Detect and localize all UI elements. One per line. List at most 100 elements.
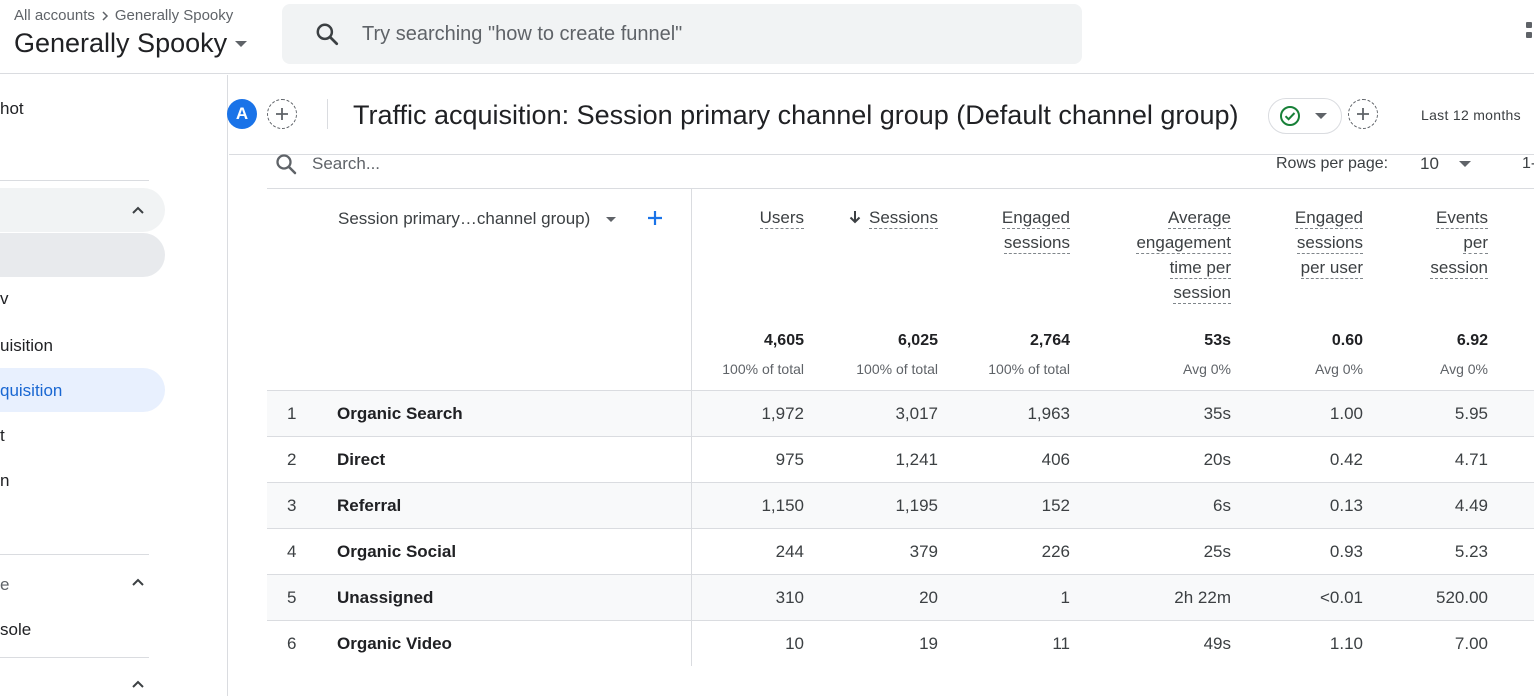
column-header-users[interactable]: Users [759, 205, 804, 230]
add-dimension-plus-icon[interactable] [646, 209, 664, 227]
cell-engaged-sessions: 406 [1041, 450, 1070, 469]
cell-events-per-session: 5.23 [1454, 542, 1488, 561]
total-value-users: 4,605 [763, 332, 804, 349]
dimension-column-header[interactable]: Session primary…channel group) [338, 209, 617, 229]
cell-sessions: 379 [909, 542, 938, 561]
total-value-events-per-session: 6.92 [1456, 332, 1488, 349]
cell-events-per-session: 4.71 [1454, 450, 1488, 469]
row-channel-name[interactable]: Organic Search [337, 404, 463, 424]
sidebar-item-user-acquisition[interactable]: uisition [0, 336, 53, 356]
cell-users: 310 [775, 588, 804, 607]
add-comparison-button[interactable] [267, 99, 297, 129]
account-selector[interactable]: Generally Spooky [14, 28, 248, 59]
cell-users: 1,150 [761, 496, 804, 515]
column-header-avg-engagement-time[interactable]: Average engagement time per session [1136, 205, 1231, 305]
global-search-input[interactable] [362, 22, 962, 46]
cell-avg-engagement-time: 6s [1213, 496, 1231, 515]
sort-descending-arrow-icon [849, 211, 861, 224]
row-channel-name[interactable]: Organic Social [337, 542, 456, 562]
column-header-sessions[interactable]: Sessions [848, 205, 938, 230]
cell-users: 1,972 [761, 404, 804, 423]
plus-icon [276, 108, 288, 120]
chevron-up-icon[interactable] [131, 679, 145, 689]
add-report-button[interactable] [1348, 99, 1378, 129]
cell-events-per-session: 5.95 [1454, 404, 1488, 423]
cell-engaged-sessions: 11 [1052, 634, 1070, 653]
chevron-up-icon[interactable] [131, 577, 145, 587]
sidebar-item-engagement[interactable]: t [0, 426, 5, 446]
row-channel-name[interactable]: Referral [337, 496, 401, 516]
global-search[interactable] [282, 4, 1082, 64]
row-channel-name[interactable]: Direct [337, 450, 385, 470]
column-header-label: Average [1167, 208, 1231, 229]
table-row[interactable]: 2 Direct 975 1,241 406 20s 0.42 4.71 [267, 436, 1534, 482]
column-header-label: engagement [1136, 233, 1231, 254]
column-header-label: sessions [1296, 233, 1363, 254]
row-channel-name[interactable]: Unassigned [337, 588, 433, 608]
account-title: Generally Spooky [14, 28, 228, 58]
sidebar-divider [0, 554, 149, 555]
cell-events-per-session: 520.00 [1436, 588, 1488, 607]
sidebar-section-search-console[interactable]: e [0, 575, 9, 595]
cell-engaged-sessions: 152 [1041, 496, 1070, 515]
sidebar-item-traffic-acquisition[interactable]: quisition [0, 381, 62, 401]
cell-sessions: 1,195 [895, 496, 938, 515]
cell-events-per-session: 4.49 [1454, 496, 1488, 515]
cell-engaged-sessions-per-user: 0.42 [1329, 450, 1363, 469]
top-header: All accounts Generally Spooky Generally … [0, 0, 1534, 74]
table-row[interactable]: 4 Organic Social 244 379 226 25s 0.93 5.23 [267, 528, 1534, 574]
cell-sessions: 19 [919, 634, 938, 653]
sidebar-item-search-console[interactable]: sole [0, 620, 31, 640]
total-subtext-engaged-sessions-per-user: Avg 0% [1315, 361, 1363, 377]
cell-users: 244 [775, 542, 804, 561]
cell-engaged-sessions-per-user: 1.00 [1329, 404, 1363, 423]
sidebar-item-retention[interactable]: n [0, 471, 9, 491]
cell-users: 975 [775, 450, 804, 469]
column-header-label: sessions [1003, 233, 1070, 254]
caret-down-icon [1315, 113, 1327, 119]
table-row[interactable]: 1 Organic Search 1,972 3,017 1,963 35s 1.00 5.9… [267, 390, 1534, 436]
table-search-input[interactable] [312, 154, 612, 174]
column-header-label: Engaged [1001, 208, 1070, 229]
cell-users: 10 [785, 634, 804, 653]
table-row[interactable]: 5 Unassigned 310 20 1 2h 22m <0.01 520.00 [267, 574, 1534, 620]
report-status-dropdown[interactable] [1268, 98, 1342, 134]
comparison-avatar[interactable]: A [227, 99, 257, 129]
sidebar-divider [0, 180, 149, 181]
dimension-column-divider [691, 189, 692, 666]
table-row[interactable]: 6 Organic Video 10 19 11 49s 1.10 7.00 [267, 620, 1534, 666]
column-header-engaged-sessions-per-user[interactable]: Engaged sessions per user [1294, 205, 1363, 280]
column-header-engaged-sessions[interactable]: Engaged sessions [1001, 205, 1070, 255]
row-channel-name[interactable]: Organic Video [337, 634, 452, 654]
total-value-sessions: 6,025 [897, 332, 938, 349]
check-circle-icon [1280, 106, 1300, 126]
rows-per-page-value: 10 [1420, 154, 1439, 173]
cell-avg-engagement-time: 25s [1203, 542, 1231, 561]
row-number: 3 [287, 496, 297, 515]
pagination-range: 1- [1522, 155, 1534, 172]
sidebar-item-snapshot[interactable]: hot [0, 99, 24, 119]
total-subtext-engaged-sessions: 100% of total [988, 361, 1070, 377]
cell-engaged-sessions: 1,963 [1027, 404, 1070, 423]
breadcrumb-account[interactable]: Generally Spooky [115, 7, 233, 24]
apps-grid-icon[interactable] [1526, 22, 1534, 44]
breadcrumb-root[interactable]: All accounts [14, 7, 95, 24]
chevron-up-icon[interactable] [131, 205, 145, 215]
cell-sessions: 1,241 [895, 450, 938, 469]
column-header-events-per-session[interactable]: Events per session [1430, 205, 1488, 280]
table-row[interactable]: 3 Referral 1,150 1,195 152 6s 0.13 4.49 [267, 482, 1534, 528]
cell-events-per-session: 7.00 [1454, 634, 1488, 653]
cell-engaged-sessions-per-user: <0.01 [1319, 588, 1363, 607]
breadcrumb: All accounts Generally Spooky [14, 7, 233, 24]
sidebar-item-overview[interactable] [0, 233, 165, 277]
cell-avg-engagement-time: 49s [1203, 634, 1231, 653]
column-header-label: Sessions [869, 208, 938, 229]
cell-avg-engagement-time: 20s [1203, 450, 1231, 469]
cell-sessions: 20 [919, 588, 938, 607]
rows-per-page-select[interactable]: 10 [1420, 154, 1471, 174]
total-subtext-avg-engagement-time: Avg 0% [1183, 361, 1231, 377]
cell-avg-engagement-time: 2h 22m [1174, 588, 1231, 607]
sidebar-item-overview-label[interactable]: v [0, 289, 9, 309]
total-subtext-events-per-session: Avg 0% [1440, 361, 1488, 377]
date-range-selector[interactable]: Last 12 months [1421, 107, 1521, 123]
